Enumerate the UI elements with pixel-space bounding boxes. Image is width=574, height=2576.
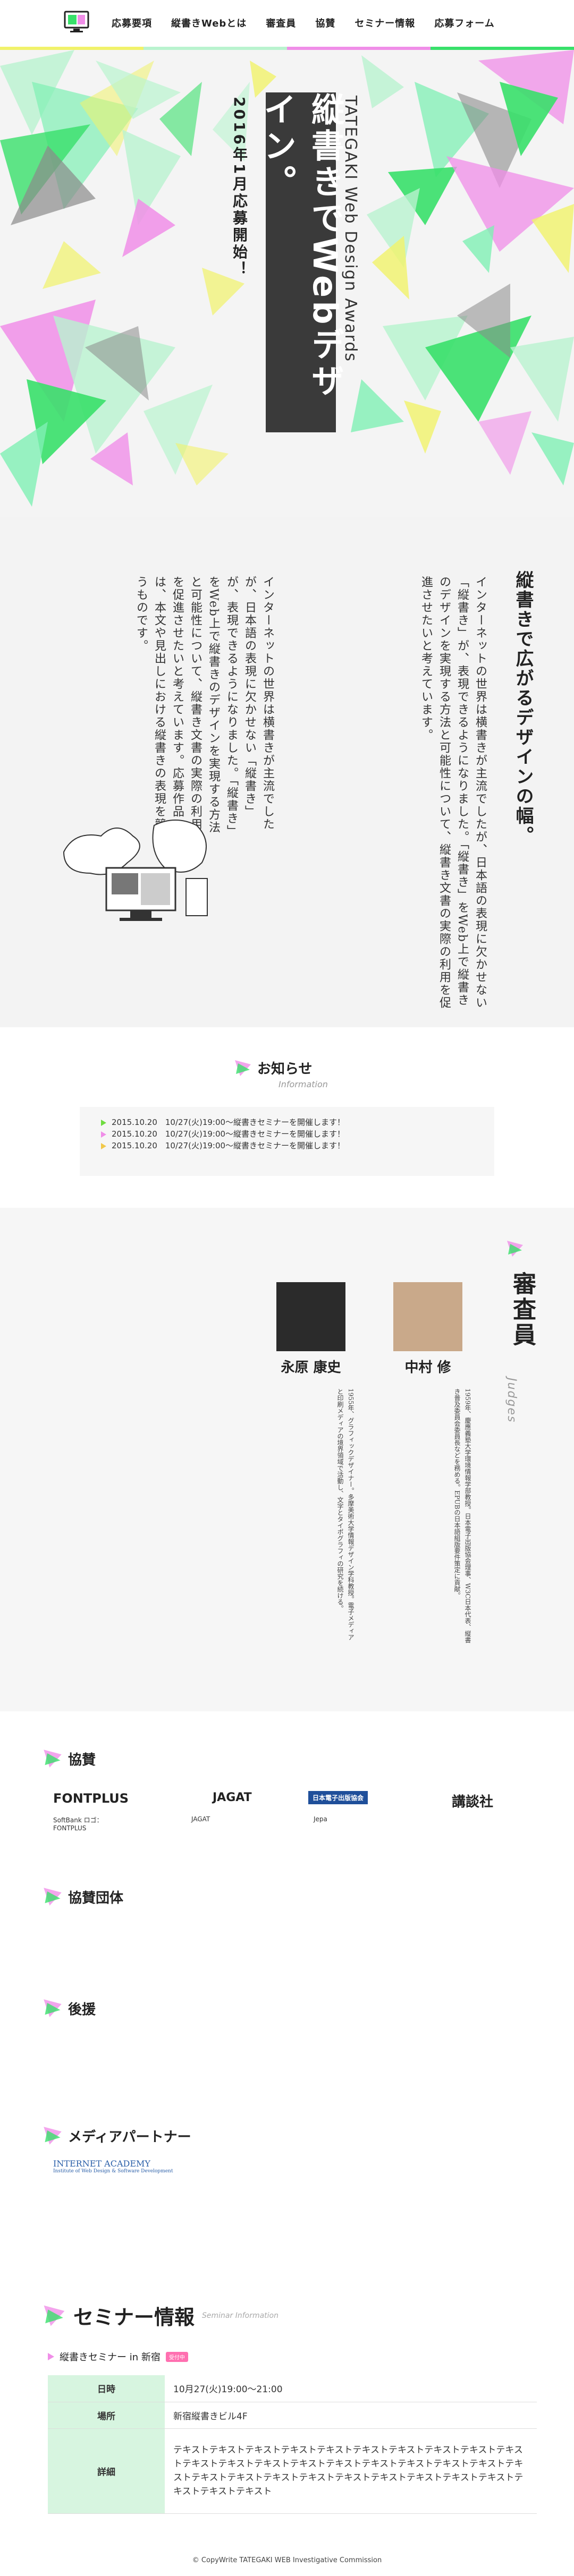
news-item[interactable]: 2015.10.20 10/27(火)19:00〜縦書きセミナーを開催します！ xyxy=(101,1116,473,1128)
bullet-icon xyxy=(101,1119,106,1126)
table-row: 詳細 テキストテキストテキストテキストテキストテキストテキストテキストテキストテ… xyxy=(48,2428,537,2514)
triangle-mark-icon xyxy=(44,1888,62,1906)
triangle-mark-icon xyxy=(44,1750,62,1768)
hero-subtitle-en: TATEGAKI Web Design Awards xyxy=(341,96,360,363)
nav-sponsors[interactable]: 協賛 xyxy=(315,16,335,30)
triangle-mark-icon xyxy=(44,2305,65,2326)
cooperation-heading: 協賛団体 xyxy=(43,1887,123,1907)
sponsors-heading: 協賛 xyxy=(43,1748,96,1769)
intro-heading: 縦書きで広がるデザインの幅。 xyxy=(512,570,534,846)
nav-about[interactable]: 縦書きWebとは xyxy=(171,16,247,30)
judge-photo xyxy=(276,1282,345,1351)
sponsor-logo-jepa[interactable]: 日本電子出版協会 xyxy=(308,1791,368,1804)
entry-open-announcement: 2016年1月応募開始！ xyxy=(231,97,248,278)
judge-bio: 1955年、グラフィックデザイナー。多摩美術大学情報デザイン学科教授。電子メディ… xyxy=(336,1388,354,1641)
news-list: 2015.10.20 10/27(火)19:00〜縦書きセミナーを開催します！ … xyxy=(80,1107,494,1176)
header: 応募要項 縦書きWebとは 審査員 協賛 セミナー情報 応募フォーム xyxy=(0,0,574,50)
sponsor-logo-kodansha[interactable]: 講談社 xyxy=(452,1791,493,1811)
intro-section: 縦書きで広がるデザインの幅。 インターネットの世界は横書きが主流でしたが、日本語… xyxy=(0,517,574,1027)
bullet-icon xyxy=(101,1142,106,1149)
news-title: お知らせ xyxy=(257,1061,313,1077)
sponsor-label: SoftBank ロゴ：FONTPLUS xyxy=(53,1816,103,1832)
seminar-section: セミナー情報 Seminar Information 縦書きセミナー in 新宿… xyxy=(0,2269,574,2545)
copyright-text: © CopyWrite TATEGAKI WEB Investigative C… xyxy=(192,2556,382,2564)
judges-title: 審査員 xyxy=(509,1272,536,1348)
intro-paragraph-1: インターネットの世界は横書きが主流でしたが、日本語の表現に欠かせない「縦書き」が… xyxy=(419,576,487,1009)
news-item[interactable]: 2015.10.20 10/27(火)19:00〜縦書きセミナーを開催します！ xyxy=(101,1140,473,1151)
footer: © CopyWrite TATEGAKI WEB Investigative C… xyxy=(0,2545,574,2576)
media-partner-heading: メディアパートナー xyxy=(43,2126,191,2146)
sponsor-logo-jagat[interactable]: JAGAT xyxy=(213,1791,252,1804)
news-title-en: Information xyxy=(278,1079,328,1089)
judge-photo xyxy=(393,1282,462,1351)
judge-card: 永原 康史 1955年、グラフィックデザイナー。多摩美術大学情報デザイン学科教授… xyxy=(266,1282,356,1641)
sponsor-label: JAGAT xyxy=(191,1815,210,1823)
monitor-illustration xyxy=(63,820,208,921)
hero-title: 縦書きでWebデザイン。 xyxy=(258,92,344,432)
judge-name: 中村 修 xyxy=(404,1360,451,1376)
judges-section: 審査員 Judges 中村 修 1959年、慶應義塾大学環境情報学部教授。日本電… xyxy=(0,1208,574,1711)
sponsor-label: Jepa xyxy=(314,1815,327,1823)
status-badge: 受付中 xyxy=(165,2351,188,2362)
nav-judges[interactable]: 審査員 xyxy=(266,16,296,30)
table-row: 場所 新宿縦書きビル4F xyxy=(48,2402,537,2429)
triangle-mark-icon xyxy=(235,1060,251,1076)
seminar-details-table: 日時 10月27(火)19:00〜21:00 場所 新宿縦書きビル4F 詳細 テ… xyxy=(48,2375,537,2514)
sponsors-section: 協賛 FONTPLUS SoftBank ロゴ：FONTPLUS JAGAT J… xyxy=(0,1711,574,2269)
nav-entry-form[interactable]: 応募フォーム xyxy=(434,16,494,30)
news-item[interactable]: 2015.10.20 10/27(火)19:00〜縦書きセミナーを開催します！ xyxy=(101,1128,473,1140)
news-heading: お知らせ Information xyxy=(234,1058,328,1089)
table-row: 日時 10月27(火)19:00〜21:00 xyxy=(48,2375,537,2402)
site-logo-icon[interactable] xyxy=(64,11,89,33)
seminar-heading: セミナー情報 Seminar Information xyxy=(43,2301,278,2330)
media-partner-logo[interactable]: INTERNET ACADEMY Institute of Web Design… xyxy=(53,2159,173,2174)
triangle-mark-icon xyxy=(44,2127,62,2145)
nav-seminar[interactable]: セミナー情報 xyxy=(354,16,415,30)
seminar-event-title[interactable]: 縦書きセミナー in 新宿 受付中 xyxy=(48,2350,188,2364)
hero-section: 2016年1月応募開始！ 縦書きでWebデザイン。 TATEGAKI Web D… xyxy=(0,50,574,517)
news-section: お知らせ Information 2015.10.20 10/27(火)19:0… xyxy=(0,1027,574,1208)
triangle-mark-icon xyxy=(44,1999,62,2017)
triangle-mark-icon xyxy=(507,1241,523,1257)
judge-bio: 1959年、慶應義塾大学環境情報学部教授。日本電子出版協会理事、W3C日本代表、… xyxy=(453,1388,471,1643)
support-heading: 後援 xyxy=(43,1998,96,2018)
nav-guidelines[interactable]: 応募要項 xyxy=(112,16,152,30)
bullet-icon xyxy=(101,1131,106,1138)
sponsor-logo-fontplus[interactable]: FONTPLUS xyxy=(53,1791,129,1806)
bullet-icon xyxy=(48,2353,54,2360)
intro-paragraph-2: インターネットの世界は横書きが主流でしたが、日本語の表現に欠かせない「縦書き」が… xyxy=(134,576,274,838)
main-nav: 応募要項 縦書きWebとは 審査員 協賛 セミナー情報 応募フォーム xyxy=(112,16,495,30)
judges-title-en: Judges xyxy=(505,1378,518,1423)
judge-card: 中村 修 1959年、慶應義塾大学環境情報学部教授。日本電子出版協会理事、W3C… xyxy=(383,1282,473,1643)
judge-name: 永原 康史 xyxy=(281,1360,341,1376)
